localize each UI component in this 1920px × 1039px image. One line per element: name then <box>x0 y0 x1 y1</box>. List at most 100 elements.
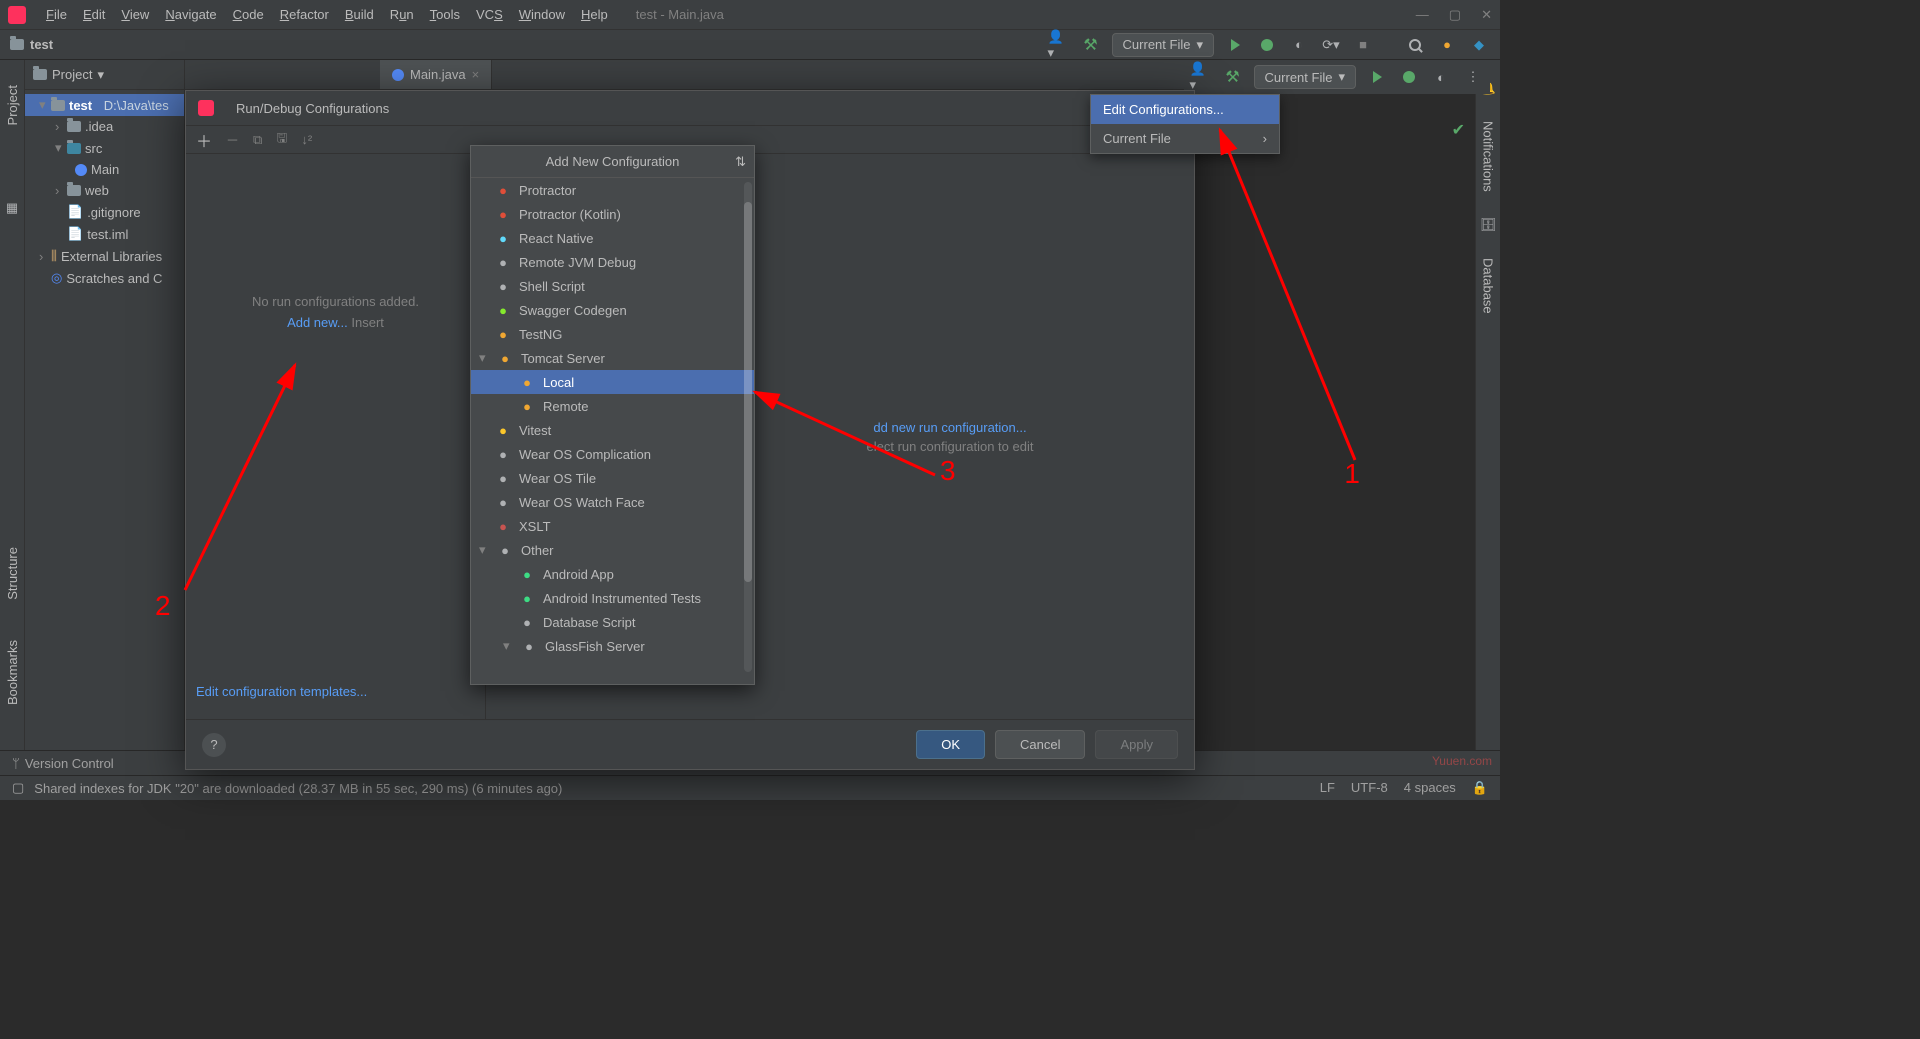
menu-build[interactable]: Build <box>337 7 382 22</box>
gutter-bookmarks[interactable]: Bookmarks <box>5 635 20 710</box>
debug-button-2[interactable] <box>1398 66 1420 88</box>
add-config-button[interactable]: ＋ <box>196 128 212 152</box>
tree-idea[interactable]: ›.idea <box>25 116 184 137</box>
copy-config-button[interactable]: ⧉ <box>253 132 262 148</box>
add-new-link[interactable]: Add new... <box>287 315 348 330</box>
minimize-button[interactable]: — <box>1416 7 1429 23</box>
tree-external-libraries[interactable]: ›⫼External Libraries <box>25 245 184 267</box>
status-message: Shared indexes for JDK "20" are download… <box>34 781 562 796</box>
popup-item-protractor[interactable]: ●Protractor <box>471 178 754 202</box>
close-tab-icon[interactable]: × <box>472 67 480 82</box>
remove-config-button[interactable]: － <box>226 130 239 149</box>
status-line-sep[interactable]: LF <box>1320 780 1335 796</box>
ok-button[interactable]: OK <box>916 730 985 759</box>
coverage-button[interactable]: ◐ <box>1288 34 1310 56</box>
scrollbar-thumb[interactable] <box>744 202 752 582</box>
gutter-structure[interactable]: Structure <box>5 542 20 605</box>
popup-item-xslt[interactable]: ●XSLT <box>471 514 754 538</box>
menu-file[interactable]: File <box>38 7 75 22</box>
breadcrumb-root[interactable]: test <box>30 37 53 52</box>
close-button[interactable]: ✕ <box>1481 7 1492 23</box>
user-icon-2[interactable]: 👤▾ <box>1190 66 1212 88</box>
popup-item-glassfish-server[interactable]: ▾●GlassFish Server <box>471 634 754 658</box>
popup-item-swagger-codegen[interactable]: ●Swagger Codegen <box>471 298 754 322</box>
tree-src[interactable]: ▾src <box>25 137 184 159</box>
tree-testiml[interactable]: 📄test.iml <box>25 223 184 245</box>
popup-item-testng[interactable]: ●TestNG <box>471 322 754 346</box>
dropdown-current-file[interactable]: Current File › <box>1091 124 1279 153</box>
database-icon[interactable]: 🗄 <box>1480 217 1497 233</box>
gutter-project[interactable]: Project <box>5 80 20 130</box>
menu-run[interactable]: Run <box>382 7 422 22</box>
menu-navigate[interactable]: Navigate <box>157 7 224 22</box>
status-tip-icon[interactable]: ▢ <box>12 780 24 796</box>
menu-tools[interactable]: Tools <box>422 7 468 22</box>
ide-settings-icon[interactable]: ◆ <box>1468 34 1490 56</box>
gutter-database[interactable]: Database <box>1481 253 1496 319</box>
popup-list[interactable]: ●Protractor●Protractor (Kotlin)●React Na… <box>471 178 754 684</box>
popup-item-react-native[interactable]: ●React Native <box>471 226 754 250</box>
popup-item-database-script[interactable]: ●Database Script <box>471 610 754 634</box>
popup-item-other[interactable]: ▾●Other <box>471 538 754 562</box>
toolwin-vcs[interactable]: ᛘVersion Control <box>12 756 114 771</box>
updates-icon[interactable]: ● <box>1436 34 1458 56</box>
popup-item-remote[interactable]: ●Remote <box>471 394 754 418</box>
profiler-button[interactable]: ⟳▾ <box>1320 34 1342 56</box>
popup-item-vitest[interactable]: ●Vitest <box>471 418 754 442</box>
editor-tab-main[interactable]: Main.java × <box>380 60 492 89</box>
tree-src-label: src <box>85 141 102 156</box>
project-view-selector[interactable]: Project ▾ <box>33 67 104 83</box>
menu-window[interactable]: Window <box>511 7 573 22</box>
more-button[interactable]: ⋮ <box>1462 66 1484 88</box>
tree-web[interactable]: ›web <box>25 180 184 201</box>
user-icon[interactable]: 👤▾ <box>1048 34 1070 56</box>
stop-button[interactable]: ■ <box>1352 34 1374 56</box>
status-indent[interactable]: 4 spaces <box>1404 780 1456 796</box>
popup-item-protractor-kotlin-[interactable]: ●Protractor (Kotlin) <box>471 202 754 226</box>
edit-templates-link[interactable]: Edit configuration templates... <box>196 684 367 699</box>
maximize-button[interactable]: ▢ <box>1449 7 1461 23</box>
help-button[interactable]: ? <box>202 733 226 757</box>
search-everywhere-button[interactable] <box>1404 34 1426 56</box>
popup-item-label: Protractor <box>519 183 576 198</box>
coverage-button-2[interactable]: ◐ <box>1430 66 1452 88</box>
gutter-notifications[interactable]: Notifications <box>1481 116 1496 197</box>
debug-button[interactable] <box>1256 34 1278 56</box>
status-encoding[interactable]: UTF-8 <box>1351 780 1388 796</box>
run-config-selector-2[interactable]: Current File ▾ <box>1254 65 1356 89</box>
tree-main-java[interactable]: Main <box>25 159 184 180</box>
popup-scrollbar[interactable] <box>744 182 752 672</box>
popup-item-wear-os-watch-face[interactable]: ●Wear OS Watch Face <box>471 490 754 514</box>
sort-config-button[interactable]: ↓² <box>301 132 312 147</box>
add-new-config-hint-link[interactable]: dd new run configuration... <box>873 420 1026 435</box>
tree-scratches[interactable]: ◎Scratches and C <box>25 267 184 289</box>
popup-item-android-instrumented-tests[interactable]: ●Android Instrumented Tests <box>471 586 754 610</box>
popup-item-wear-os-tile[interactable]: ●Wear OS Tile <box>471 466 754 490</box>
run-config-selector[interactable]: Current File ▾ <box>1112 33 1214 57</box>
popup-item-local[interactable]: ●Local <box>471 370 754 394</box>
menu-edit[interactable]: Edit <box>75 7 113 22</box>
commit-icon[interactable]: ▦ <box>6 200 18 216</box>
menu-refactor[interactable]: Refactor <box>272 7 337 22</box>
popup-item-tomcat-server[interactable]: ▾●Tomcat Server <box>471 346 754 370</box>
run-button[interactable] <box>1224 34 1246 56</box>
menu-view[interactable]: View <box>113 7 157 22</box>
tree-gitignore[interactable]: 📄.gitignore <box>25 201 184 223</box>
cancel-button[interactable]: Cancel <box>995 730 1085 759</box>
menu-code[interactable]: Code <box>225 7 272 22</box>
inspection-ok-icon[interactable]: ✔ <box>1452 120 1465 140</box>
menu-help[interactable]: Help <box>573 7 616 22</box>
popup-item-remote-jvm-debug[interactable]: ●Remote JVM Debug <box>471 250 754 274</box>
menu-vcs[interactable]: VCS <box>468 7 511 22</box>
dropdown-edit-configurations[interactable]: Edit Configurations... <box>1091 95 1279 124</box>
tree-root[interactable]: ▾test D:\Java\tes <box>25 94 184 116</box>
run-button-2[interactable] <box>1366 66 1388 88</box>
status-lock-icon[interactable]: 🔒 <box>1472 780 1488 796</box>
build-icon[interactable]: ⚒ <box>1080 34 1102 56</box>
popup-item-android-app[interactable]: ●Android App <box>471 562 754 586</box>
popup-item-wear-os-complication[interactable]: ●Wear OS Complication <box>471 442 754 466</box>
save-config-button[interactable]: 🖫 <box>276 129 287 151</box>
build-icon-2[interactable]: ⚒ <box>1222 66 1244 88</box>
popup-item-shell-script[interactable]: ●Shell Script <box>471 274 754 298</box>
popup-filter-icon[interactable]: ⇅ <box>735 154 746 170</box>
